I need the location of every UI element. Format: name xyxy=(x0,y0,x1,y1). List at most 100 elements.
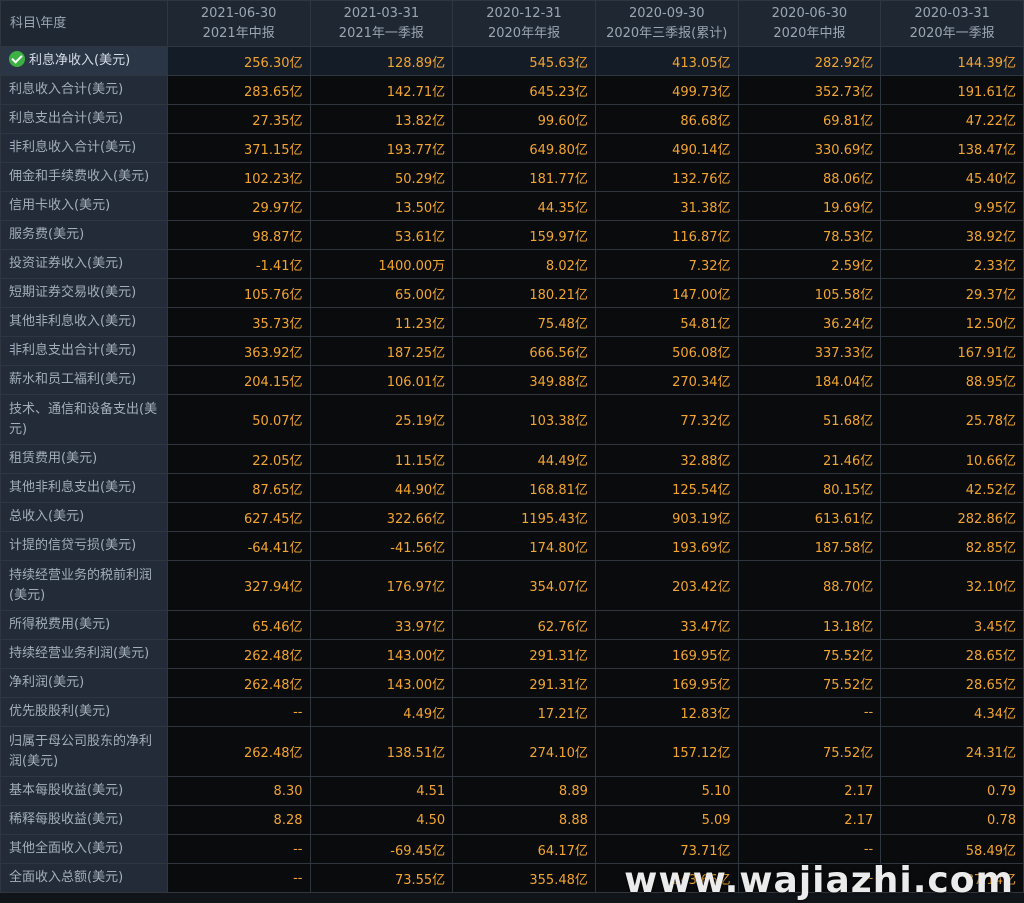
value-cell: 0.78 xyxy=(880,805,1024,835)
table-row[interactable]: 利息支出合计(美元) 27.35亿 13.82亿 99.60亿 86.68亿 69.81亿… xyxy=(0,104,1024,134)
row-label[interactable]: 总收入(美元) xyxy=(0,502,168,532)
value-cell: 116.87亿 xyxy=(594,220,739,250)
row-label[interactable]: 净利润(美元) xyxy=(0,668,168,698)
row-label-text: 总收入(美元) xyxy=(9,509,85,524)
value-cell: 73.55亿 xyxy=(309,863,454,893)
value-cell: 78.53亿 xyxy=(737,220,882,250)
row-label[interactable]: 持续经营业务利润(美元) xyxy=(0,639,168,669)
period-header[interactable]: 2020-12-31 2020年年报 xyxy=(452,0,596,47)
value-cell: 10.66亿 xyxy=(880,444,1024,474)
value-cell: 138.47亿 xyxy=(880,133,1024,163)
table-header: 科目\年度 2021-06-30 2021年中报 2021-03-31 2021年一… xyxy=(0,0,1024,47)
row-label[interactable]: 佣金和手续费收入(美元) xyxy=(0,162,168,192)
table-row[interactable]: 信用卡收入(美元) 29.97亿 13.50亿 44.35亿 31.38亿 19.69亿 9… xyxy=(0,191,1024,221)
row-label[interactable]: 所得税费用(美元) xyxy=(0,610,168,640)
table-row[interactable]: 总收入(美元) 627.45亿 322.66亿 1195.43亿 903.19亿 613.… xyxy=(0,502,1024,532)
row-label[interactable]: 非利息收入合计(美元) xyxy=(0,133,168,163)
period-header[interactable]: 2021-06-30 2021年中报 xyxy=(166,0,311,47)
table-row[interactable]: 利息收入合计(美元) 283.65亿 142.71亿 645.23亿 499.73亿 35… xyxy=(0,75,1024,105)
row-label-text: 其他非利息支出(美元) xyxy=(9,480,137,495)
value-cell: 8.30 xyxy=(166,776,311,806)
value-cell: -- xyxy=(166,834,311,864)
value-cell: 274.10亿 xyxy=(452,726,596,777)
period-header[interactable]: 2020-09-30 2020年三季报(累计) xyxy=(594,0,739,47)
row-label[interactable]: 薪水和员工福利(美元) xyxy=(0,365,168,395)
table-row[interactable]: 稀释每股收益(美元) 8.28 4.50 8.88 5.09 2.17 0.78 xyxy=(0,805,1024,835)
table-row[interactable]: 持续经营业务利润(美元) 262.48亿 143.00亿 291.31亿 169.95亿… xyxy=(0,639,1024,669)
table-row[interactable]: 服务费(美元) 98.87亿 53.61亿 159.97亿 116.87亿 78.53亿 3… xyxy=(0,220,1024,250)
value-cell: 2.33亿 xyxy=(880,249,1024,279)
value-cell: 143.00亿 xyxy=(309,639,454,669)
table-row[interactable]: 技术、通信和设备支出(美元) 50.07亿 25.19亿 103.38亿 77.32亿 5… xyxy=(0,394,1024,445)
row-label-text: 服务费(美元) xyxy=(9,227,85,242)
row-label[interactable]: 非利息支出合计(美元) xyxy=(0,336,168,366)
row-label[interactable]: 基本每股收益(美元) xyxy=(0,776,168,806)
table-row[interactable]: 租赁费用(美元) 22.05亿 11.15亿 44.49亿 32.88亿 21.46亿 10… xyxy=(0,444,1024,474)
row-label[interactable]: 其他非利息收入(美元) xyxy=(0,307,168,337)
period-header[interactable]: 2020-03-31 2020年一季报 xyxy=(880,0,1024,47)
table-row[interactable]: 利息净收入(美元) 256.30亿 128.89亿 545.63亿 413.05亿 282… xyxy=(0,46,1024,76)
table-row[interactable]: 短期证券交易收(美元) 105.76亿 65.00亿 180.21亿 147.00亿 10… xyxy=(0,278,1024,308)
table-row[interactable]: 优先股股利(美元) -- 4.49亿 17.21亿 12.83亿 -- 4.34亿 xyxy=(0,697,1024,727)
row-label[interactable]: 归属于母公司股东的净利润(美元) xyxy=(0,726,168,777)
row-label[interactable]: 计提的信贷亏损(美元) xyxy=(0,531,168,561)
value-cell: 262.48亿 xyxy=(166,726,311,777)
value-cell: 99.60亿 xyxy=(452,104,596,134)
value-cell: 8.89 xyxy=(452,776,596,806)
value-cell: 87.14亿 xyxy=(880,863,1024,893)
row-label-text: 投资证券收入(美元) xyxy=(9,256,124,271)
row-label-text: 其他非利息收入(美元) xyxy=(9,314,137,329)
row-label[interactable]: 其他全面收入(美元) xyxy=(0,834,168,864)
period-header[interactable]: 2020-06-30 2020年中报 xyxy=(737,0,882,47)
table-row[interactable]: 基本每股收益(美元) 8.30 4.51 8.89 5.10 2.17 0.79 xyxy=(0,776,1024,806)
row-label[interactable]: 投资证券收入(美元) xyxy=(0,249,168,279)
value-cell: 8.02亿 xyxy=(452,249,596,279)
row-label[interactable]: 优先股股利(美元) xyxy=(0,697,168,727)
table-row[interactable]: 其他全面收入(美元) -- -69.45亿 64.17亿 73.71亿 -- 58.49亿 xyxy=(0,834,1024,864)
value-cell: 138.51亿 xyxy=(309,726,454,777)
value-cell: 19.69亿 xyxy=(737,191,882,221)
period-date: 2020-12-31 xyxy=(486,5,562,21)
table-row[interactable]: 投资证券收入(美元) -1.41亿 1400.00万 8.02亿 7.32亿 2.59亿 2… xyxy=(0,249,1024,279)
value-cell: 291.31亿 xyxy=(452,639,596,669)
table-row[interactable]: 其他非利息支出(美元) 87.65亿 44.90亿 168.81亿 125.54亿 80.… xyxy=(0,473,1024,503)
value-cell: -69.45亿 xyxy=(309,834,454,864)
value-cell: 7.32亿 xyxy=(594,249,739,279)
value-cell: -- xyxy=(166,863,311,893)
table-row[interactable]: 非利息支出合计(美元) 363.92亿 187.25亿 666.56亿 506.08亿 3… xyxy=(0,336,1024,366)
table-row[interactable]: 归属于母公司股东的净利润(美元) 262.48亿 138.51亿 274.10亿 157… xyxy=(0,726,1024,777)
table-row[interactable]: 全面收入总额(美元) -- 73.55亿 355.48亿 243.66亿 -- 87.14亿 xyxy=(0,863,1024,893)
row-label[interactable]: 租赁费用(美元) xyxy=(0,444,168,474)
period-label: 2020年年报 xyxy=(487,25,561,41)
value-cell: 29.97亿 xyxy=(166,191,311,221)
row-label[interactable]: 持续经营业务的税前利润(美元) xyxy=(0,560,168,611)
row-label[interactable]: 信用卡收入(美元) xyxy=(0,191,168,221)
value-cell: 106.01亿 xyxy=(309,365,454,395)
period-date: 2021-06-30 xyxy=(200,5,277,21)
table-row[interactable]: 非利息收入合计(美元) 371.15亿 193.77亿 649.80亿 490.14亿 3… xyxy=(0,133,1024,163)
value-cell: 125.54亿 xyxy=(594,473,739,503)
table-row[interactable]: 计提的信贷亏损(美元) -64.41亿 -41.56亿 174.80亿 193.69亿 1… xyxy=(0,531,1024,561)
row-label[interactable]: 技术、通信和设备支出(美元) xyxy=(0,394,168,445)
row-label[interactable]: 服务费(美元) xyxy=(0,220,168,250)
row-label[interactable]: 利息支出合计(美元) xyxy=(0,104,168,134)
table-row[interactable]: 所得税费用(美元) 65.46亿 33.97亿 62.76亿 33.47亿 13.18亿 3… xyxy=(0,610,1024,640)
table-row[interactable]: 净利润(美元) 262.48亿 143.00亿 291.31亿 169.95亿 75.52… xyxy=(0,668,1024,698)
value-cell: 193.77亿 xyxy=(309,133,454,163)
row-label[interactable]: 稀释每股收益(美元) xyxy=(0,805,168,835)
table-row[interactable]: 持续经营业务的税前利润(美元) 327.94亿 176.97亿 354.07亿 203.… xyxy=(0,560,1024,611)
period-header[interactable]: 2021-03-31 2021年一季报 xyxy=(309,0,454,47)
row-label[interactable]: 利息收入合计(美元) xyxy=(0,75,168,105)
row-label[interactable]: 全面收入总额(美元) xyxy=(0,863,168,893)
table-row[interactable]: 其他非利息收入(美元) 35.73亿 11.23亿 75.48亿 54.81亿 36.24… xyxy=(0,307,1024,337)
value-cell: 283.65亿 xyxy=(166,75,311,105)
value-cell: 282.86亿 xyxy=(880,502,1024,532)
value-cell: 62.76亿 xyxy=(452,610,596,640)
table-row[interactable]: 薪水和员工福利(美元) 204.15亿 106.01亿 349.88亿 270.34亿 1… xyxy=(0,365,1024,395)
row-label-text: 持续经营业务的税前利润(美元) xyxy=(9,567,153,603)
row-label[interactable]: 短期证券交易收(美元) xyxy=(0,278,168,308)
row-label[interactable]: 其他非利息支出(美元) xyxy=(0,473,168,503)
row-label-text: 计提的信贷亏损(美元) xyxy=(9,538,137,553)
table-row[interactable]: 佣金和手续费收入(美元) 102.23亿 50.29亿 181.77亿 132.76亿 8… xyxy=(0,162,1024,192)
row-label[interactable]: 利息净收入(美元) xyxy=(0,46,168,76)
